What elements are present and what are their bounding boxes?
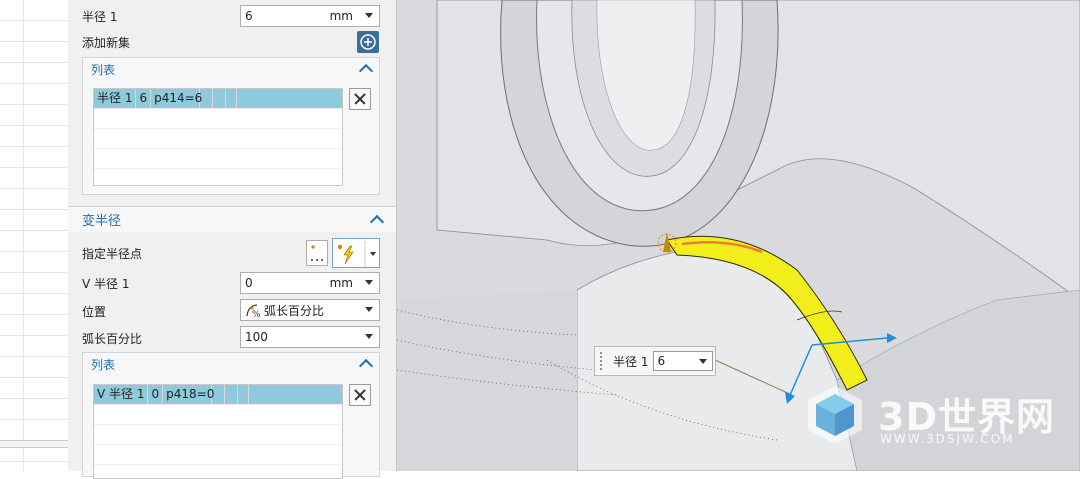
add-new-set-label: 添加新集 — [82, 35, 131, 50]
point-dialog-button[interactable] — [306, 240, 328, 266]
v-radius-row: V 半径 1 — [82, 272, 129, 294]
variable-radius-header[interactable]: 变半径 — [68, 206, 396, 232]
arc-percent-row: 弧长百分比 — [82, 327, 142, 349]
chevron-down-icon[interactable] — [365, 13, 373, 18]
list-cell: p418=0 — [163, 385, 214, 404]
chevron-up-icon[interactable] — [369, 214, 385, 229]
chevron-up-icon[interactable] — [358, 63, 374, 79]
position-select[interactable]: % 弧长百分比 — [240, 299, 380, 321]
cube-logo-icon — [808, 386, 862, 444]
radius1-row: 半径 1 — [82, 5, 117, 27]
list-row[interactable] — [94, 405, 342, 425]
list-row[interactable] — [94, 149, 342, 169]
position-row: 位置 — [82, 300, 106, 322]
v-radius-label: V 半径 1 — [82, 276, 130, 291]
list-cell: p414=6 — [151, 89, 202, 108]
list-cell — [225, 385, 239, 404]
list-cell — [226, 89, 238, 108]
list-2[interactable]: V 半径 1 0 p418=0 — [93, 384, 343, 479]
chevron-up-icon[interactable] — [358, 358, 374, 374]
list-cell: V 半径 1 — [94, 385, 149, 404]
list-row[interactable]: V 半径 1 0 p418=0 — [94, 385, 342, 405]
position-value: 弧长百分比 — [264, 303, 325, 318]
list-row[interactable] — [94, 109, 342, 129]
lightning-point-icon — [337, 241, 376, 267]
list-row[interactable] — [94, 425, 342, 445]
blend-dialog-panel: 半径 1 6 mm 添加新集 列表 半径 1 6 p414=6 变半径 指定半径… — [68, 0, 397, 479]
delete-button[interactable] — [349, 88, 371, 110]
chevron-down-icon[interactable] — [699, 359, 708, 364]
list-row[interactable]: 半径 1 6 p414=6 — [94, 89, 342, 109]
list-cell — [200, 89, 214, 108]
watermark-url: WWW.3DSJW.COM — [880, 432, 1015, 446]
list-group-1-title: 列表 — [91, 62, 116, 77]
add-new-set-row: 添加新集 — [82, 31, 130, 53]
arc-percent-input[interactable]: 100 — [240, 326, 380, 348]
list-cell — [212, 385, 226, 404]
v-radius-input[interactable]: 0 mm — [240, 272, 380, 294]
radius-callout[interactable]: 半径 1 6 — [594, 346, 716, 376]
list-1[interactable]: 半径 1 6 p414=6 — [93, 88, 343, 186]
callout-label: 半径 1 — [613, 354, 649, 369]
specify-point-row: 指定半径点 — [82, 242, 142, 264]
add-new-set-button[interactable] — [357, 31, 379, 53]
delete-button[interactable] — [349, 384, 371, 406]
callout-input[interactable]: 6 — [653, 351, 714, 371]
chevron-down-icon[interactable] — [365, 280, 373, 285]
list-group-2: 列表 V 半径 1 0 p418=0 — [82, 352, 380, 479]
snap-point-button[interactable] — [332, 238, 380, 268]
radius1-unit: mm — [329, 9, 353, 23]
position-label: 位置 — [82, 304, 107, 319]
list-cell: 半径 1 — [94, 89, 137, 108]
list-group-2-header[interactable]: 列表 — [83, 353, 379, 375]
callout-value: 6 — [657, 354, 666, 368]
list-row[interactable] — [94, 445, 342, 465]
scrollbar[interactable] — [0, 440, 68, 448]
v-radius-value: 0 — [245, 276, 253, 290]
variable-radius-title: 变半径 — [82, 214, 122, 229]
background-grid — [0, 0, 69, 471]
plus-circle-icon — [360, 34, 376, 50]
list-group-2-title: 列表 — [91, 357, 116, 372]
watermark-logo: 3D世界网 WWW.3DSJW.COM — [800, 380, 1060, 460]
radius1-label: 半径 1 — [82, 9, 118, 24]
arc-percent-label: 弧长百分比 — [82, 331, 143, 346]
chevron-down-icon[interactable] — [365, 307, 373, 312]
list-cell — [238, 385, 250, 404]
svg-text:%: % — [252, 310, 261, 318]
point-dots-icon — [311, 245, 323, 261]
v-radius-unit: mm — [329, 276, 353, 290]
list-group-1: 列表 半径 1 6 p414=6 — [82, 57, 380, 195]
specify-point-label: 指定半径点 — [82, 246, 143, 261]
arc-percent-value: 100 — [245, 330, 268, 344]
list-cell: 6 — [136, 89, 152, 108]
list-cell: 0 — [148, 385, 164, 404]
radius1-value: 6 — [245, 9, 253, 23]
list-group-1-header[interactable]: 列表 — [83, 58, 379, 80]
list-row[interactable] — [94, 129, 342, 149]
chevron-down-icon[interactable] — [365, 334, 373, 339]
radius1-input[interactable]: 6 mm — [240, 5, 380, 27]
list-cell — [213, 89, 227, 108]
grip-handle[interactable] — [599, 351, 603, 371]
arc-percent-icon: % — [246, 304, 261, 318]
